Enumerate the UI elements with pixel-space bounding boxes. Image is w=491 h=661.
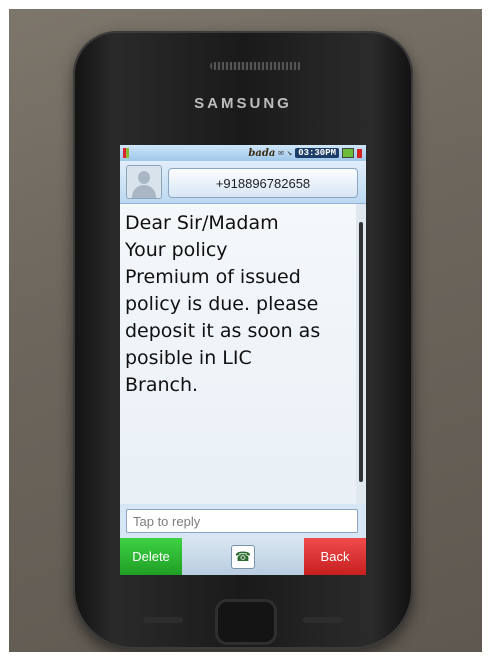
message-line: deposit it as soon as: [125, 320, 321, 342]
message-icon: ✉: [278, 148, 284, 158]
signal-icon: [123, 148, 131, 158]
delete-button[interactable]: Delete: [120, 538, 182, 575]
back-button[interactable]: Back: [304, 538, 366, 575]
reply-input[interactable]: Tap to reply: [126, 509, 358, 533]
status-bar: bada ✉ ↘ 03:30PM: [120, 145, 366, 161]
phone-screen: bada ✉ ↘ 03:30PM +918896782658 Dear Sir/…: [120, 145, 366, 575]
softkey-bar: Delete ☎ Back: [120, 538, 366, 575]
message-line: Branch.: [125, 374, 199, 396]
photo-background: SAMSUNG bada ✉ ↘ 03:30PM +918896782658 D…: [9, 9, 482, 652]
message-header: +918896782658: [120, 161, 366, 204]
status-time: 03:30PM: [295, 148, 339, 158]
message-body: Dear Sir/Madam Your policy Premium of is…: [120, 204, 356, 504]
scrollbar-thumb[interactable]: [359, 222, 363, 482]
phone-call-icon[interactable]: ☎: [231, 545, 255, 569]
message-line: Premium of issued: [125, 266, 301, 288]
earpiece-speaker: [210, 62, 302, 70]
brand-logo: SAMSUNG: [194, 95, 292, 112]
message-line: Your policy: [125, 239, 228, 261]
home-button[interactable]: [215, 599, 277, 645]
end-key[interactable]: [303, 617, 343, 623]
message-scrollbar[interactable]: [356, 204, 366, 504]
contact-avatar-icon[interactable]: [126, 165, 162, 199]
missed-call-icon: ↘: [286, 148, 293, 158]
phone-body: SAMSUNG bada ✉ ↘ 03:30PM +918896782658 D…: [73, 31, 413, 649]
notification-icon: [357, 148, 362, 158]
status-app-name: bada: [248, 147, 276, 159]
battery-icon: [342, 148, 354, 158]
sender-number-button[interactable]: +918896782658: [168, 168, 358, 198]
call-key[interactable]: [143, 617, 183, 623]
message-line: policy is due. please: [125, 293, 319, 315]
reply-area: Tap to reply: [120, 504, 366, 538]
message-line: posible in LIC: [125, 347, 252, 369]
message-line: Dear Sir/Madam: [125, 212, 279, 234]
